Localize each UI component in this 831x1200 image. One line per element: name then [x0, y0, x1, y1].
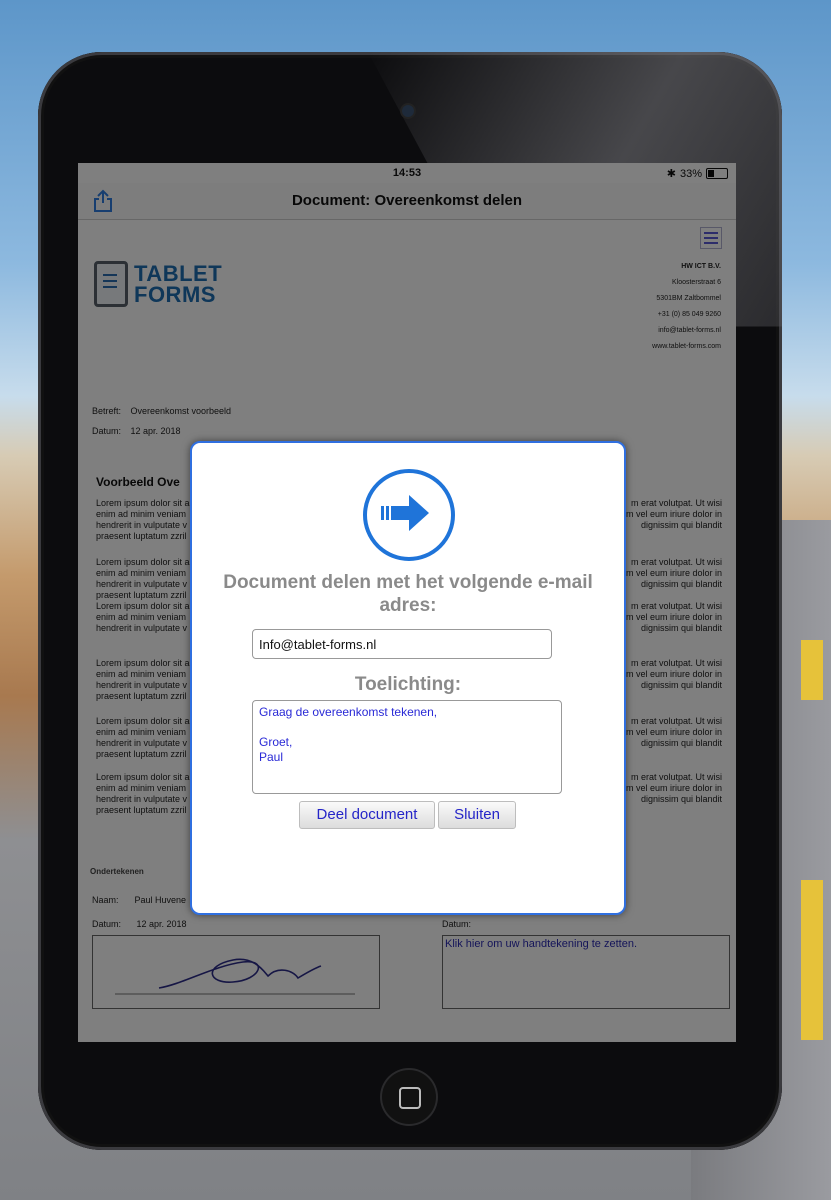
arrow-right-icon	[381, 495, 429, 531]
toelichting-label: Toelichting:	[354, 674, 462, 695]
home-icon	[399, 1087, 421, 1109]
email-input[interactable]: Info@tablet-forms.nl	[252, 629, 552, 659]
dialog-title: Document delen met het volgende e-mail a…	[223, 572, 593, 616]
share-document-button[interactable]: Deel document	[299, 801, 435, 829]
road-marking	[801, 640, 823, 700]
toelichting-textarea[interactable]: Graag de overeenkomst tekenen, Groet, Pa…	[252, 700, 562, 794]
tablet-screen: 14:53 ✱ 33% Document: Overeenkomst delen…	[78, 163, 736, 1042]
road-marking	[801, 880, 823, 1040]
front-camera	[402, 105, 414, 117]
share-dialog: Document delen met het volgende e-mail a…	[190, 441, 626, 915]
home-button[interactable]	[382, 1070, 436, 1124]
close-button[interactable]: Sluiten	[438, 801, 516, 829]
arrow-circle	[363, 469, 455, 561]
